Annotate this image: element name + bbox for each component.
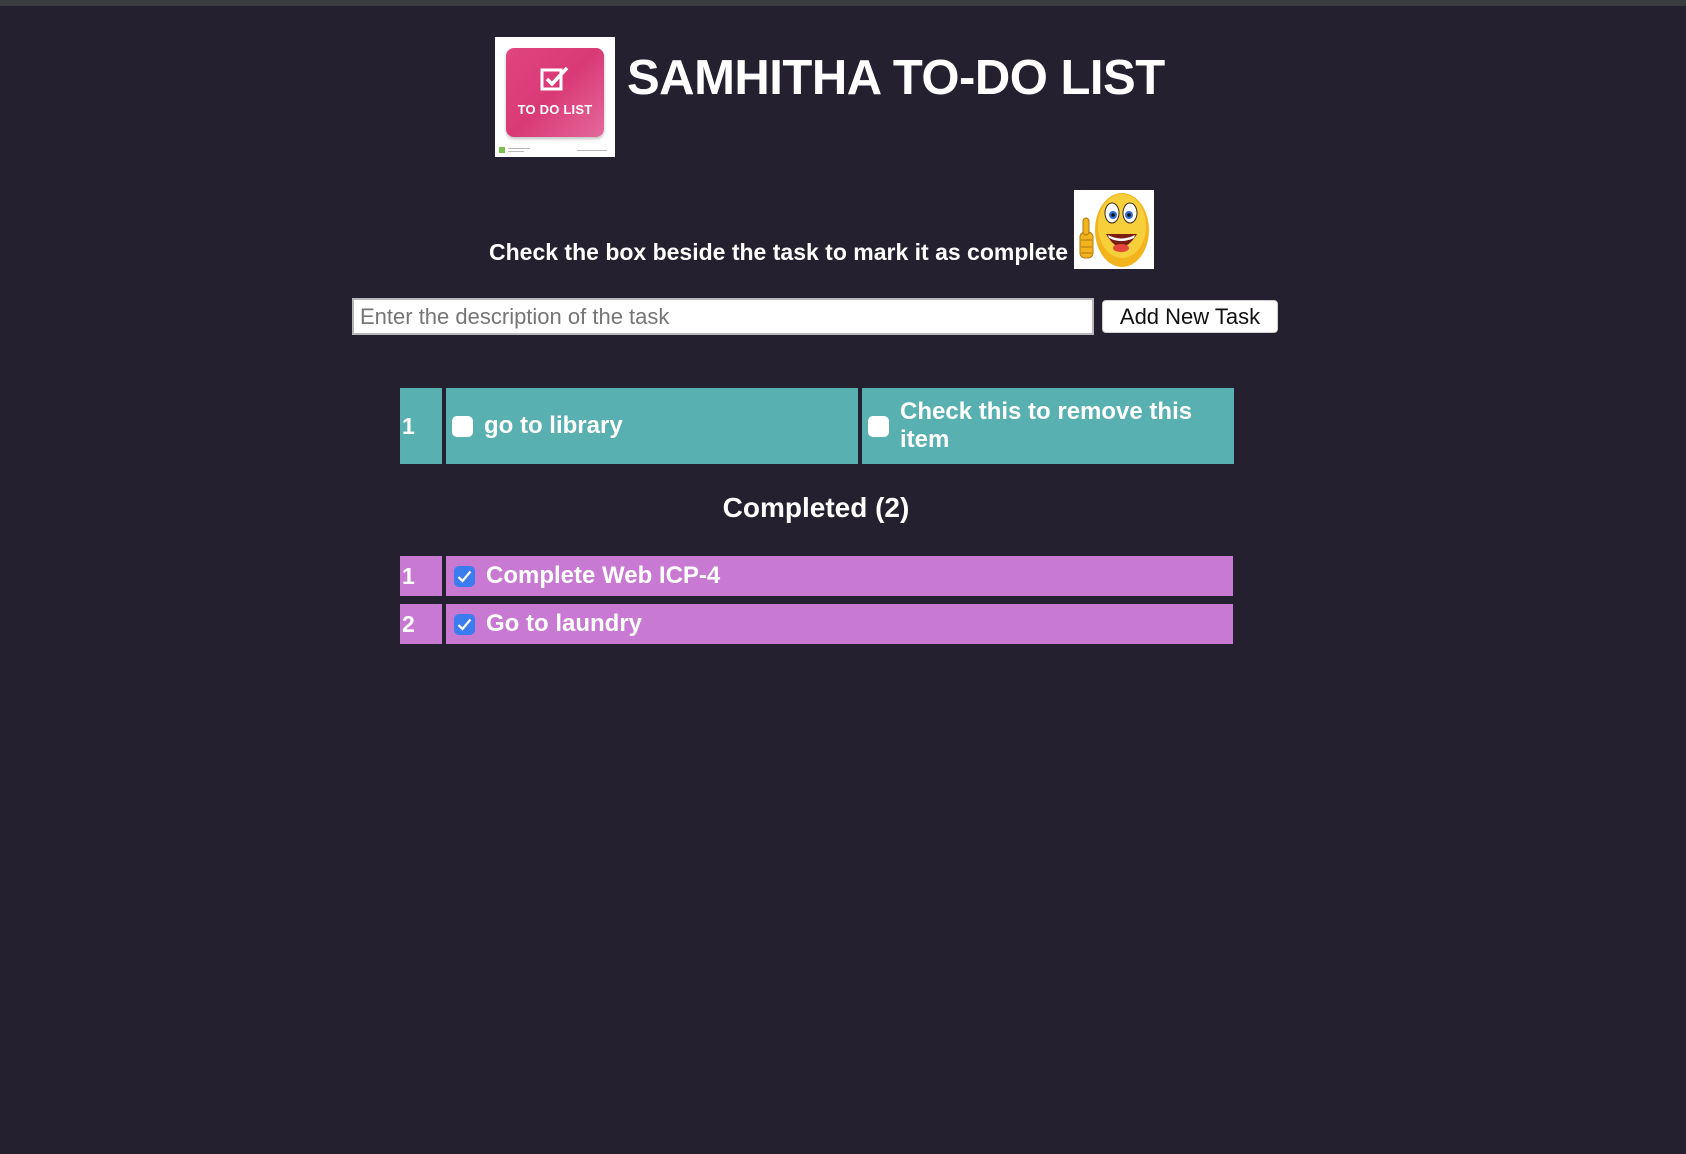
todo-list-logo: TO DO LIST [495, 37, 615, 157]
app-header: TO DO LIST SAMHITHA TO-DO LIST [495, 37, 1165, 157]
completed-label: Complete Web ICP-4 [486, 562, 721, 589]
task-description-input[interactable] [352, 298, 1094, 335]
task-remove-label: Check this to remove this item [900, 398, 1193, 453]
add-new-task-button[interactable]: Add New Task [1102, 300, 1278, 333]
task-complete-checkbox[interactable] [452, 415, 473, 437]
completed-heading: Completed (2) [722, 492, 910, 523]
completed-index: 1 [400, 556, 442, 596]
logo-tile: TO DO LIST [506, 48, 604, 137]
completed-item: Go to laundry [446, 604, 1233, 644]
completed-label: Go to laundry [486, 610, 642, 637]
logo-footer-strip [497, 146, 613, 154]
checkmark-icon [457, 570, 472, 583]
task-item: go to library [446, 388, 858, 464]
completed-index: 2 [400, 604, 442, 644]
task-remove-cell: Check this to remove this item [862, 388, 1234, 464]
checkmark-icon [457, 618, 472, 631]
instruction-row: Check the box beside the task to mark it… [489, 190, 1155, 269]
browser-top-edge [0, 0, 1686, 6]
completed-item: Complete Web ICP-4 [446, 556, 1233, 596]
completed-checkbox[interactable] [454, 565, 475, 587]
thumbs-up-smiley-icon [1074, 190, 1155, 269]
task-remove-checkbox[interactable] [868, 415, 889, 437]
completed-checkbox[interactable] [454, 613, 475, 635]
logo-text: TO DO LIST [517, 102, 593, 117]
instruction-text: Check the box beside the task to mark it… [489, 239, 1069, 265]
checkbox-check-icon [540, 66, 569, 91]
task-index: 1 [400, 388, 442, 464]
task-label: go to library [484, 412, 623, 439]
new-task-form: Add New Task [352, 298, 1278, 335]
page-title: SAMHITHA TO-DO LIST [627, 51, 1165, 105]
